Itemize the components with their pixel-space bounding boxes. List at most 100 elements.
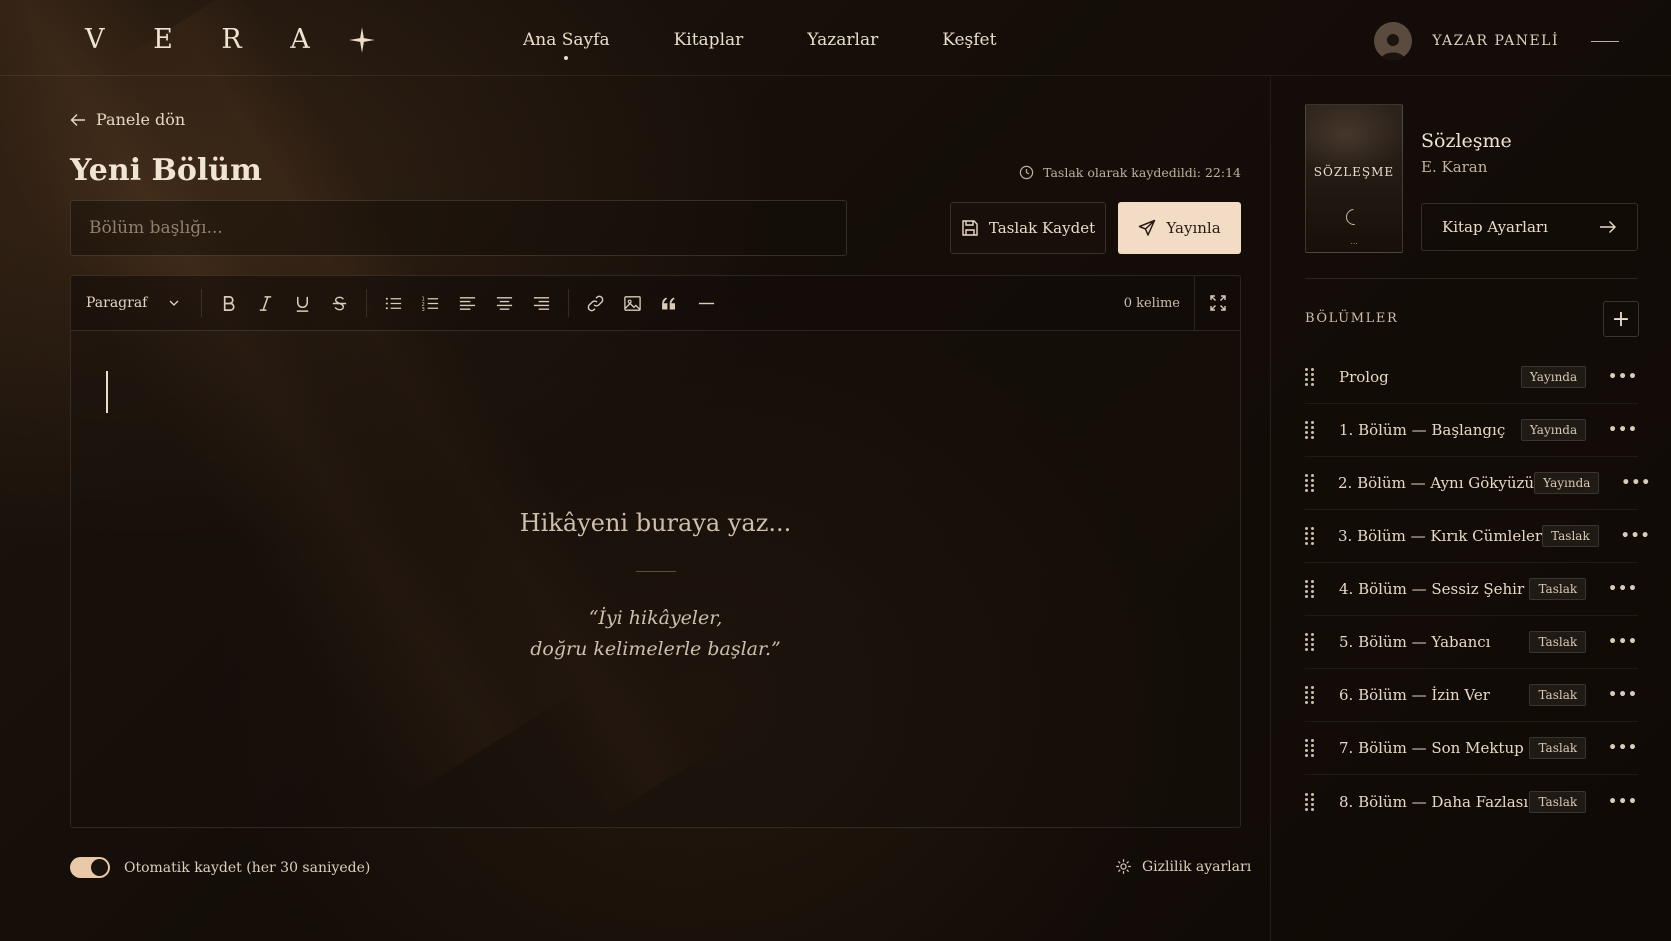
more-options-icon[interactable]: •••: [1608, 422, 1638, 438]
chapter-row[interactable]: 7. Bölüm — Son Mektup Taslak •••: [1305, 722, 1638, 775]
save-draft-button[interactable]: Taslak Kaydet: [950, 202, 1106, 254]
chapter-list: Prolog Yayında ••• 1. Bölüm — Başlangıç …: [1305, 351, 1650, 828]
status-badge: Taslak: [1542, 525, 1599, 547]
chapter-name: 3. Bölüm — Kırık Cümleler: [1338, 527, 1543, 545]
align-right-icon: [534, 296, 550, 310]
strikethrough-button[interactable]: [321, 285, 358, 321]
drag-handle-icon[interactable]: [1305, 633, 1315, 651]
send-icon: [1139, 219, 1156, 236]
more-options-icon[interactable]: •••: [1608, 794, 1638, 810]
text-caret: [106, 371, 108, 413]
underline-button[interactable]: [284, 285, 321, 321]
more-options-icon[interactable]: •••: [1608, 581, 1638, 597]
drag-handle-icon[interactable]: [1305, 527, 1314, 545]
saved-status-text: Taslak olarak kaydedildi: 22:14: [1043, 165, 1241, 180]
top-bar: V E R A Ana Sayfa Kitaplar Yazarlar Keşf…: [0, 0, 1671, 76]
chapter-title-input[interactable]: [70, 200, 847, 256]
chapter-row[interactable]: 2. Bölüm — Aynı Gökyüzü Yayında •••: [1305, 457, 1650, 510]
drag-handle-icon[interactable]: [1305, 368, 1315, 386]
bold-button[interactable]: [210, 285, 247, 321]
underline-icon: [297, 296, 309, 312]
block-type-select[interactable]: Paragraf: [86, 295, 193, 311]
numbered-list-button[interactable]: 123: [412, 285, 449, 321]
quote-button[interactable]: [651, 285, 688, 321]
insert-link-button[interactable]: [577, 285, 614, 321]
status-badge: Taslak: [1529, 790, 1587, 813]
chapter-name: 4. Bölüm — Sessiz Şehir: [1339, 580, 1525, 598]
autosave-toggle[interactable]: [70, 857, 110, 878]
publish-button[interactable]: Yayınla: [1118, 202, 1241, 254]
toolbar-divider: [366, 289, 368, 317]
more-options-icon[interactable]: •••: [1608, 634, 1638, 650]
book-settings-label: Kitap Ayarları: [1442, 218, 1548, 236]
privacy-settings-link[interactable]: Gizlilik ayarları: [1115, 858, 1251, 875]
editor-placeholder: Hikâyeni buraya yaz...: [519, 509, 792, 537]
privacy-label: Gizlilik ayarları: [1142, 858, 1252, 875]
arrow-right-icon: [1600, 221, 1616, 233]
drag-handle-icon[interactable]: [1305, 686, 1315, 704]
insert-image-button[interactable]: [614, 285, 651, 321]
toolbar-divider: [568, 289, 570, 317]
add-chapter-button[interactable]: +: [1603, 301, 1639, 337]
sparkle-icon: [348, 26, 375, 53]
autosave-label: Otomatik kaydet (her 30 saniyede): [124, 859, 371, 876]
italic-icon: [260, 295, 272, 311]
align-right-button[interactable]: [523, 285, 560, 321]
chapter-row[interactable]: 3. Bölüm — Kırık Cümleler Taslak •••: [1305, 510, 1650, 563]
drag-handle-icon[interactable]: [1305, 580, 1315, 598]
fullscreen-button[interactable]: [1194, 275, 1240, 331]
back-to-panel-link[interactable]: Panele dön: [70, 110, 185, 129]
drag-handle-icon[interactable]: [1305, 421, 1315, 439]
more-options-icon[interactable]: •••: [1621, 475, 1651, 491]
book-cover[interactable]: SÖZLEŞME ...: [1305, 104, 1403, 253]
align-center-icon: [497, 296, 513, 310]
user-icon: [1381, 34, 1406, 60]
chapter-name: Prolog: [1339, 368, 1389, 386]
avatar[interactable]: [1374, 22, 1413, 60]
chapter-row[interactable]: 6. Bölüm — İzin Ver Taslak •••: [1305, 669, 1638, 722]
numbered-list-icon: 123: [422, 296, 439, 313]
chapter-row[interactable]: 4. Bölüm — Sessiz Şehir Taslak •••: [1305, 563, 1638, 616]
italic-button[interactable]: [247, 285, 284, 321]
more-options-icon[interactable]: •••: [1608, 369, 1638, 385]
placeholder-divider: [635, 571, 676, 572]
strikethrough-icon: [333, 296, 347, 310]
bullet-list-button[interactable]: [375, 285, 412, 321]
moon-icon: [1342, 205, 1366, 229]
chapter-row[interactable]: 5. Bölüm — Yabancı Taslak •••: [1305, 616, 1638, 669]
status-badge: Taslak: [1529, 684, 1587, 706]
page-title: Yeni Bölüm: [70, 153, 262, 188]
more-options-icon[interactable]: •••: [1608, 687, 1638, 703]
book-cover-title: SÖZLEŞME: [1313, 165, 1395, 179]
drag-handle-icon[interactable]: [1305, 792, 1315, 811]
more-options-icon[interactable]: •••: [1608, 740, 1638, 756]
nav-item-books[interactable]: Kitaplar: [674, 30, 744, 50]
drag-handle-icon[interactable]: [1305, 474, 1314, 492]
align-left-button[interactable]: [449, 285, 486, 321]
save-icon: [962, 220, 978, 236]
block-type-value: Paragraf: [86, 295, 148, 311]
saved-status: Taslak olarak kaydedildi: 22:14: [1019, 165, 1241, 180]
chapter-row[interactable]: Prolog Yayında •••: [1305, 351, 1638, 404]
editor-toolbar: Paragraf 123 0 kelime: [70, 275, 1241, 331]
horizontal-rule-button[interactable]: [688, 285, 725, 321]
menu-icon[interactable]: [1591, 40, 1619, 42]
nav-item-explore[interactable]: Keşfet: [942, 30, 996, 50]
logo[interactable]: V E R A: [85, 24, 376, 55]
arrow-left-icon: [70, 113, 85, 126]
more-options-icon[interactable]: •••: [1621, 528, 1651, 544]
chapter-row[interactable]: 8. Bölüm — Daha Fazlası Taslak •••: [1305, 775, 1638, 828]
align-center-button[interactable]: [486, 285, 523, 321]
nav-item-authors[interactable]: Yazarlar: [807, 30, 878, 50]
nav-item-home[interactable]: Ana Sayfa: [523, 30, 610, 50]
user-menu[interactable]: YAZAR PANELİ: [1374, 22, 1619, 60]
book-settings-button[interactable]: Kitap Ayarları: [1421, 203, 1638, 251]
chapter-row[interactable]: 1. Bölüm — Başlangıç Yayında •••: [1305, 404, 1638, 457]
link-icon: [588, 295, 604, 311]
author-panel-label[interactable]: YAZAR PANELİ: [1432, 33, 1559, 49]
sidebar-divider: [1305, 278, 1638, 279]
chapter-name: 1. Bölüm — Başlangıç: [1339, 421, 1506, 439]
chapter-name: 6. Bölüm — İzin Ver: [1339, 686, 1490, 704]
drag-handle-icon[interactable]: [1305, 739, 1315, 757]
editor-area[interactable]: Hikâyeni buraya yaz... “İyi hikâyeler, d…: [70, 330, 1241, 828]
